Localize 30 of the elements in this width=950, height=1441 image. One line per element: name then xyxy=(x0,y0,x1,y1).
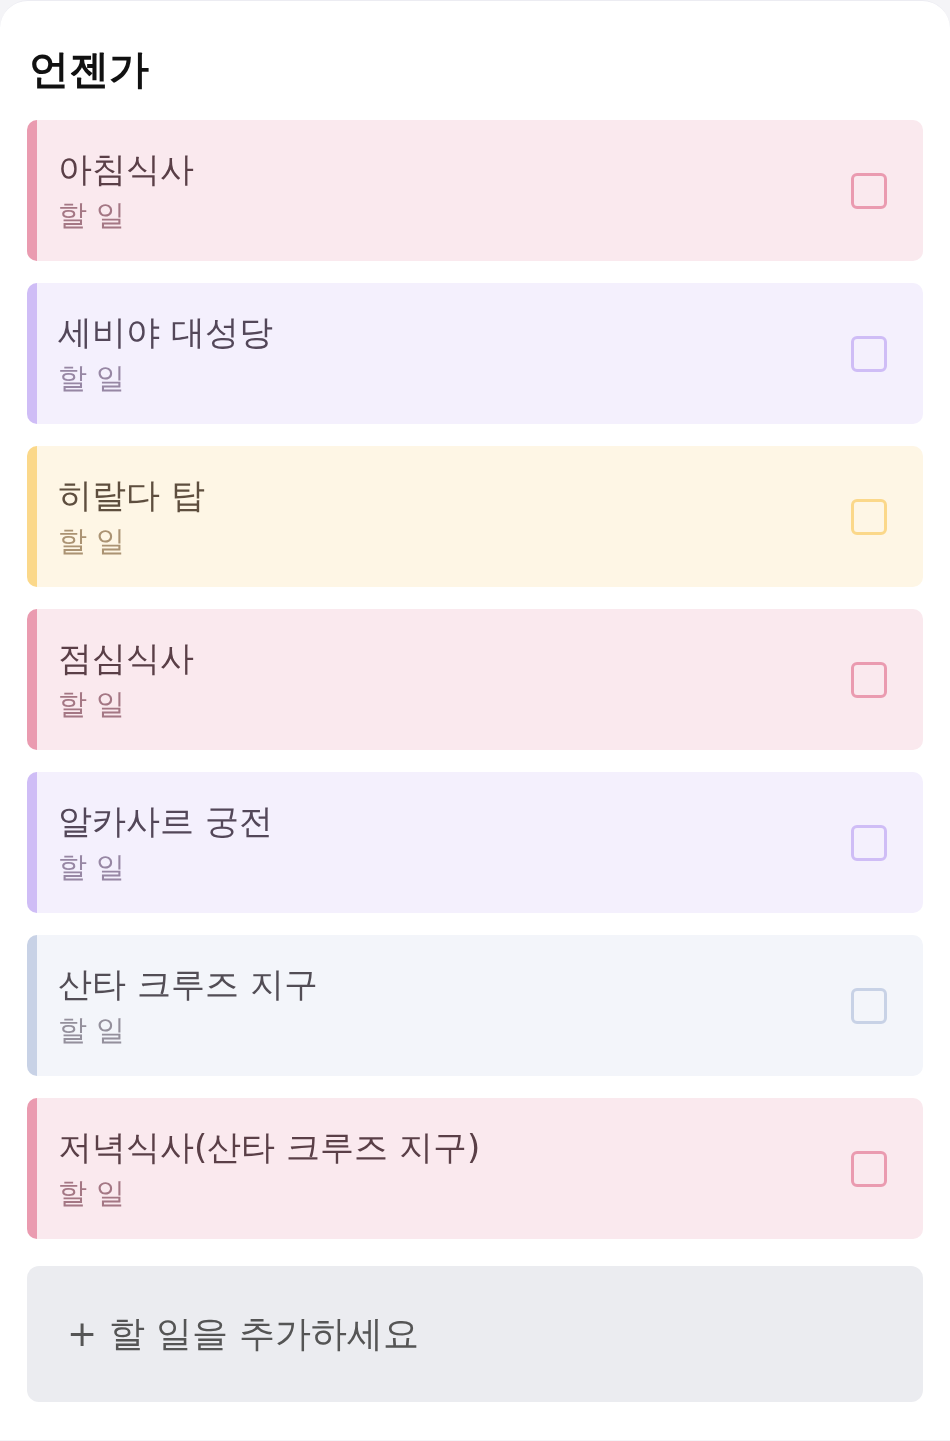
task-card[interactable]: 저녁식사(산타 크루즈 지구) 할 일 xyxy=(27,1098,923,1239)
task-card[interactable]: 아침식사 할 일 xyxy=(27,120,923,261)
task-checkbox[interactable] xyxy=(851,1150,887,1187)
task-checkbox[interactable] xyxy=(851,172,887,209)
task-card[interactable]: 세비야 대성당 할 일 xyxy=(27,283,923,424)
add-task-button[interactable]: + 할 일을 추가하세요 xyxy=(27,1266,923,1402)
task-title: 세비야 대성당 xyxy=(58,310,273,354)
task-subtitle: 할 일 xyxy=(58,848,127,886)
task-title: 저녁식사(산타 크루즈 지구) xyxy=(58,1125,481,1169)
task-title: 알카사르 궁전 xyxy=(58,799,273,843)
task-card[interactable]: 알카사르 궁전 할 일 xyxy=(27,772,923,913)
task-title: 아침식사 xyxy=(58,147,194,191)
task-checkbox[interactable] xyxy=(851,335,887,372)
section-title: 언젠가 xyxy=(29,45,150,93)
task-checkbox[interactable] xyxy=(851,824,887,861)
task-subtitle: 할 일 xyxy=(58,1174,127,1212)
task-checkbox[interactable] xyxy=(851,498,887,535)
task-subtitle: 할 일 xyxy=(58,522,127,560)
task-title: 점심식사 xyxy=(58,636,194,680)
task-card[interactable]: 히랄다 탑 할 일 xyxy=(27,446,923,587)
task-title: 산타 크루즈 지구 xyxy=(58,962,318,1006)
task-subtitle: 할 일 xyxy=(58,1011,127,1049)
task-checkbox[interactable] xyxy=(851,661,887,698)
task-subtitle: 할 일 xyxy=(58,685,127,723)
task-subtitle: 할 일 xyxy=(58,359,127,397)
task-checkbox[interactable] xyxy=(851,987,887,1024)
task-card[interactable]: 산타 크루즈 지구 할 일 xyxy=(27,935,923,1076)
task-title: 히랄다 탑 xyxy=(58,473,205,517)
task-card[interactable]: 점심식사 할 일 xyxy=(27,609,923,750)
task-subtitle: 할 일 xyxy=(58,196,127,234)
